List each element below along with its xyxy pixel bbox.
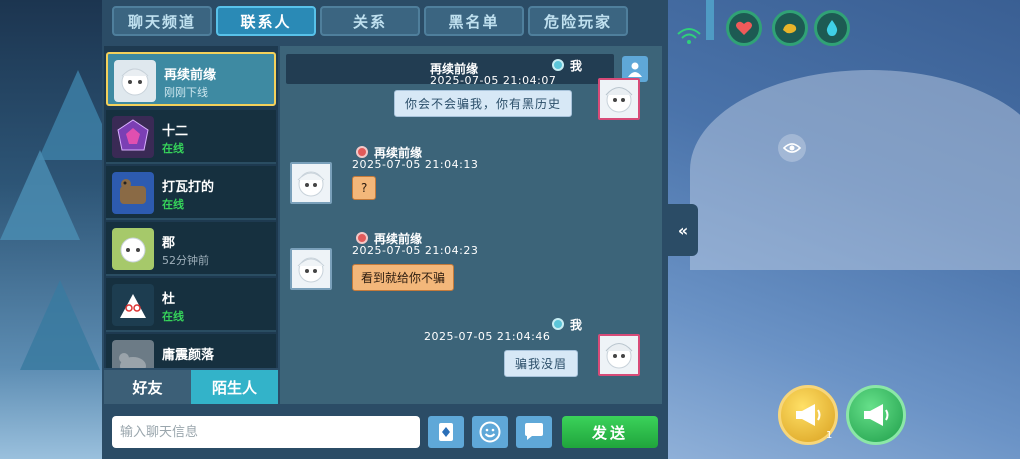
double-chevron-left-icon: « xyxy=(677,220,689,240)
avatar xyxy=(112,228,154,270)
tree-decoration xyxy=(20,280,100,370)
smiley-icon xyxy=(479,421,501,443)
message-timestamp: 2025-07-05 21:04:23 xyxy=(352,244,479,257)
snow-hill xyxy=(690,70,1020,270)
friend-type-tabs: 好友 陌生人 xyxy=(104,370,278,404)
user-icon xyxy=(628,62,642,77)
tab-bar: 聊天频道 联系人 关系 黑名单 危险玩家 xyxy=(112,6,628,38)
tab-strangers[interactable]: 陌生人 xyxy=(191,370,278,404)
message-bubble-outgoing: 骗我没眉 xyxy=(504,350,579,377)
signal-icon xyxy=(677,28,701,44)
me-label: 我 xyxy=(570,59,583,73)
avatar xyxy=(290,248,332,290)
thirst-status[interactable] xyxy=(814,10,850,46)
contact-item[interactable]: 再续前缘 刚刚下线 xyxy=(106,52,276,106)
megaphone-icon xyxy=(796,404,821,426)
me-marker-icon xyxy=(552,318,564,330)
contact-name: 十二 xyxy=(162,124,189,139)
send-button[interactable]: 发送 xyxy=(562,416,658,448)
contact-name: 郡 xyxy=(162,236,176,251)
quick-phrase-button[interactable] xyxy=(516,416,552,448)
tree-decoration xyxy=(0,150,80,240)
contact-name: 打瓦打的 xyxy=(162,180,215,195)
contact-list: 再续前缘 刚刚下线 十二 在线 打瓦打的 在线 郡 52分钟前 杜 在线 庸震颜… xyxy=(104,46,278,368)
collapse-panel-button[interactable]: « xyxy=(668,204,698,256)
tab-blacklist[interactable]: 黑名单 xyxy=(424,6,524,36)
health-status[interactable] xyxy=(726,10,762,46)
visibility-toggle[interactable] xyxy=(778,134,806,162)
message-bubble-incoming: 看到就给你不骗 xyxy=(352,264,455,291)
contact-status: 52分钟前 xyxy=(162,254,209,267)
contact-status: 刚刚下线 xyxy=(164,86,208,99)
message-timestamp: 2025-07-05 21:04:46 xyxy=(424,330,551,343)
water-drop-icon xyxy=(826,20,838,36)
tab-contacts[interactable]: 联系人 xyxy=(216,6,316,36)
contact-status: 在线 xyxy=(162,142,184,155)
avatar xyxy=(112,172,154,214)
speech-bubble-icon xyxy=(525,423,543,440)
chat-log[interactable]: 再续前缘 2025-07-05 21:04:07 我 你会不会骗我，你有黑历史 … xyxy=(280,46,662,404)
scenery-pole xyxy=(706,0,714,40)
contact-name: 再续前缘 xyxy=(164,68,217,83)
message-timestamp: 2025-07-05 21:04:13 xyxy=(352,158,479,171)
location-pin-icon xyxy=(356,232,368,244)
avatar xyxy=(114,60,156,102)
avatar xyxy=(598,78,640,120)
avatar xyxy=(598,334,640,376)
avatar xyxy=(112,284,154,326)
contact-status: 在线 xyxy=(162,310,184,323)
chat-input[interactable] xyxy=(112,416,420,448)
contact-item[interactable]: 打瓦打的 在线 xyxy=(106,166,276,220)
emoji-button[interactable] xyxy=(472,416,508,448)
contact-item[interactable]: 杜 在线 xyxy=(106,278,276,332)
contact-item[interactable]: 庸震颜落 xyxy=(106,334,276,368)
message-timestamp: 2025-07-05 21:04:07 xyxy=(430,74,557,87)
card-button[interactable] xyxy=(428,416,464,448)
megaphone-icon xyxy=(864,404,889,426)
avatar xyxy=(112,340,154,368)
message-bubble-outgoing: 你会不会骗我，你有黑历史 xyxy=(394,90,573,117)
speaker-button[interactable] xyxy=(846,385,906,445)
message-bubble-incoming: ? xyxy=(352,176,377,200)
card-icon xyxy=(439,423,453,441)
tab-relations[interactable]: 关系 xyxy=(320,6,420,36)
tab-friends[interactable]: 好友 xyxy=(104,370,191,404)
contact-name: 杜 xyxy=(162,292,176,307)
horn-count: 1 xyxy=(826,430,833,441)
me-marker-icon xyxy=(552,59,564,71)
eye-icon xyxy=(783,143,801,153)
heart-icon xyxy=(736,21,752,35)
contact-name: 庸震颜落 xyxy=(162,348,215,363)
hunger-status[interactable] xyxy=(772,10,808,46)
food-icon xyxy=(783,23,797,34)
avatar xyxy=(112,116,154,158)
tab-dangerous-players[interactable]: 危险玩家 xyxy=(528,6,628,36)
avatar xyxy=(290,162,332,204)
contact-status: 在线 xyxy=(162,198,184,211)
contact-item[interactable]: 郡 52分钟前 xyxy=(106,222,276,276)
chat-header: 再续前缘 2025-07-05 21:04:07 xyxy=(286,54,614,87)
me-label: 我 xyxy=(570,318,583,332)
location-pin-icon xyxy=(356,146,368,158)
tab-chat-channel[interactable]: 聊天频道 xyxy=(112,6,212,36)
contact-item[interactable]: 十二 在线 xyxy=(106,110,276,164)
